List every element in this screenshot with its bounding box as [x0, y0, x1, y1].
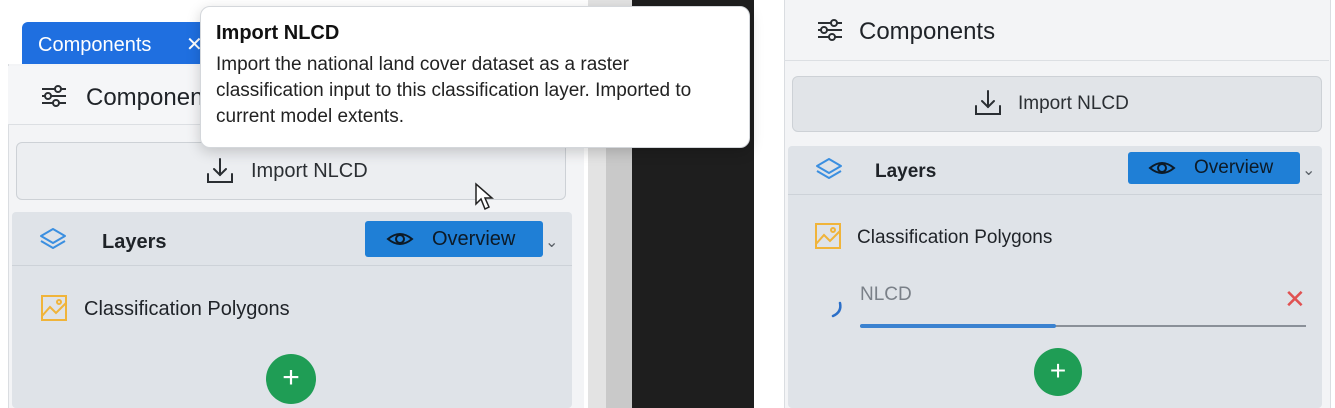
- layers-divider: [12, 265, 572, 266]
- overview-label: Overview: [432, 228, 516, 250]
- download-icon: [975, 90, 1001, 115]
- add-layer-button-right[interactable]: +: [1034, 348, 1082, 396]
- panel-title-right: Components: [859, 18, 996, 45]
- layers-divider-right: [788, 194, 1322, 195]
- remove-nlcd-icon[interactable]: ✕: [1284, 284, 1306, 315]
- image-icon: [41, 295, 67, 321]
- layers-label-right: Layers: [875, 161, 937, 182]
- progress-fill: [860, 324, 1056, 328]
- cursor-icon: [475, 182, 494, 211]
- tooltip-body: Import the national land cover dataset a…: [216, 54, 692, 127]
- tooltip-title: Import NLCD: [216, 22, 340, 44]
- eye-icon: [386, 233, 414, 245]
- import-nlcd-label: Import NLCD: [251, 160, 368, 182]
- layers-label: Layers: [102, 231, 167, 253]
- chevron-down-icon[interactable]: ⌄: [1302, 160, 1315, 180]
- import-nlcd-label-right: Import NLCD: [1018, 93, 1129, 114]
- download-icon: [207, 158, 233, 183]
- sliders-icon: [42, 85, 66, 107]
- spinner-icon: [831, 301, 842, 318]
- image-icon: [815, 223, 841, 249]
- chevron-down-icon[interactable]: ⌄: [545, 232, 558, 252]
- layers-icon: [40, 228, 66, 249]
- eye-icon: [1148, 162, 1176, 174]
- layers-icon: [816, 158, 842, 179]
- classification-polygons-item-right[interactable]: Classification Polygons: [857, 227, 1052, 249]
- tab-label: Components: [38, 34, 152, 56]
- add-layer-button[interactable]: +: [266, 354, 316, 404]
- nlcd-item-label: NLCD: [860, 284, 912, 305]
- overview-label-right: Overview: [1194, 157, 1274, 178]
- classification-polygons-item[interactable]: Classification Polygons: [84, 298, 290, 321]
- sliders-icon: [818, 19, 842, 41]
- scroll-thumb[interactable]: [606, 130, 632, 408]
